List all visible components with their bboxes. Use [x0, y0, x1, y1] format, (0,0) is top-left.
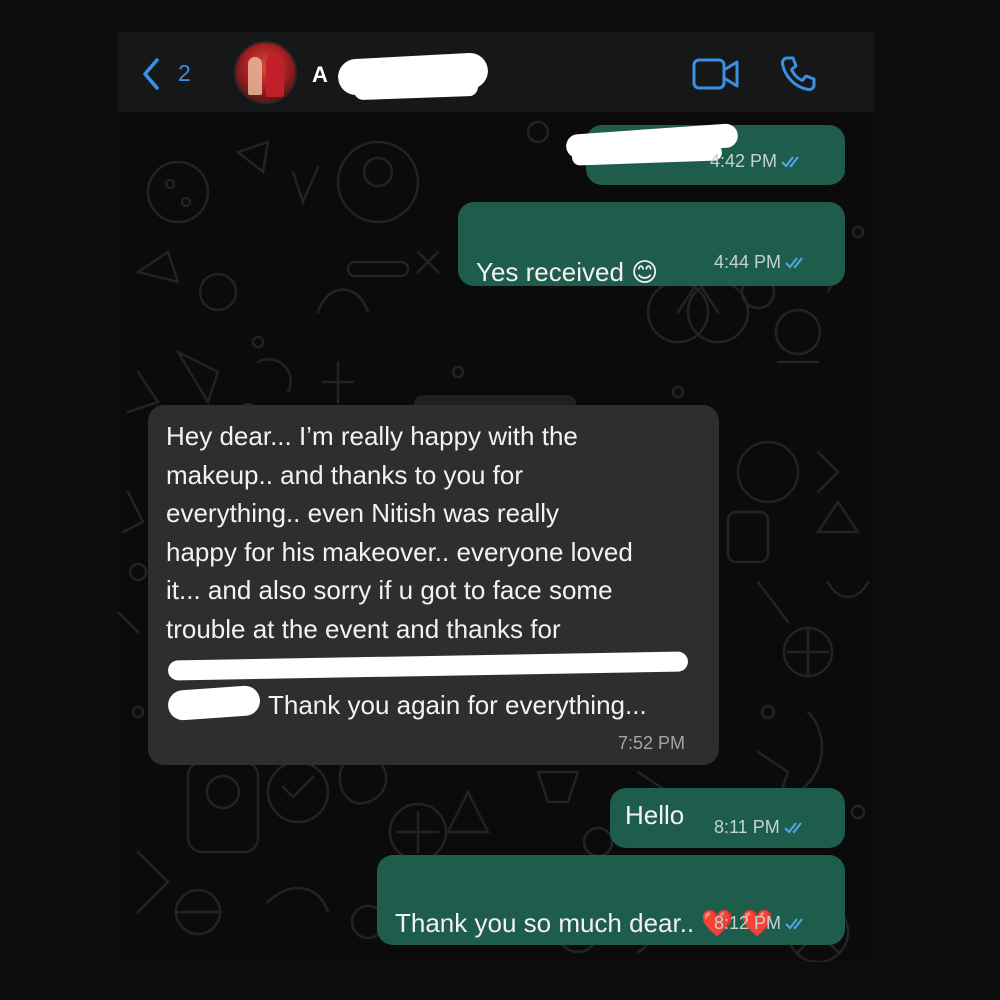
read-receipt-icon [783, 822, 802, 834]
message-time: 4:42 PM [710, 151, 778, 171]
video-camera-icon [692, 58, 739, 90]
redacted-name [353, 77, 479, 101]
read-receipt-icon [781, 156, 799, 168]
message-meta: 4:44 PM [714, 252, 809, 273]
redacted-message-text [167, 684, 261, 722]
message-text: Hey dear... I’m really happy with the ma… [166, 421, 633, 644]
read-receipt-icon [785, 918, 803, 930]
back-button[interactable]: 2 [138, 56, 196, 92]
phone-icon [780, 56, 816, 92]
smile-emoji: 😊 [631, 256, 659, 287]
message-time: 8:12 PM [714, 913, 782, 933]
redacted-message-text [167, 651, 689, 681]
message-text: Hello [625, 800, 685, 830]
chat-screen: 2 A 4:42 PM Yes received 😊 4:44 PM Hey d… [118, 32, 875, 962]
message-outgoing[interactable]: Hello 8:11 PM [610, 788, 845, 848]
avatar[interactable] [234, 41, 297, 104]
message-outgoing[interactable]: Yes received 😊 4:44 PM [458, 202, 845, 287]
read-receipt-icon [785, 257, 803, 269]
message-outgoing[interactable]: Thank you so much dear.. ❤️ ❤️ 8:12 PM [377, 855, 845, 945]
message-text-end: Thank you again for everything... [268, 690, 647, 720]
video-call-button[interactable] [692, 56, 740, 92]
back-chevron-icon [143, 58, 159, 90]
message-text: Yes received 😊 [476, 256, 659, 287]
unread-count: 2 [178, 60, 191, 86]
contact-name[interactable]: A [312, 62, 328, 88]
message-meta: 8:11 PM [714, 817, 808, 838]
message-meta: 4:42 PM [710, 151, 805, 172]
chat-header: 2 A [118, 32, 875, 112]
message-list[interactable]: 4:42 PM Yes received 😊 4:44 PM Mon, 11 D… [118, 112, 875, 962]
message-incoming[interactable]: Hey dear... I’m really happy with the ma… [148, 405, 719, 765]
message-time: 4:44 PM [714, 252, 782, 272]
message-time: 7:52 PM [618, 733, 686, 753]
message-outgoing[interactable]: 4:42 PM [565, 123, 845, 185]
message-meta: 8:12 PM [714, 913, 809, 934]
voice-call-button[interactable] [778, 54, 818, 94]
message-time: 8:11 PM [714, 817, 780, 837]
